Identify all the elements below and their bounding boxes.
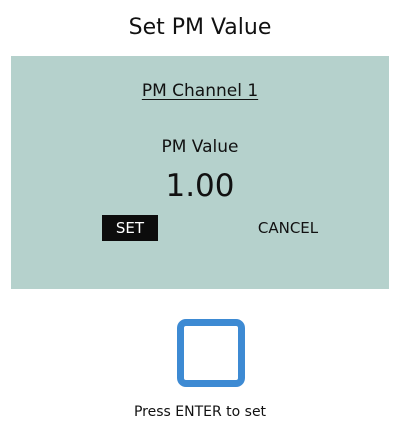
pm-value-display[interactable]: 1.00 bbox=[11, 167, 389, 205]
pm-setting-panel: PM Channel 1 PM Value 1.00 SET CANCEL bbox=[11, 56, 389, 289]
pm-value-label: PM Value bbox=[161, 137, 239, 157]
enter-key-square-icon[interactable] bbox=[177, 319, 245, 387]
enter-hint-text: Press ENTER to set bbox=[133, 404, 267, 420]
channel-heading: PM Channel 1 bbox=[141, 81, 259, 101]
cancel-button[interactable]: CANCEL bbox=[243, 215, 333, 241]
set-button[interactable]: SET bbox=[102, 215, 158, 241]
page-title: Set PM Value bbox=[128, 15, 272, 40]
